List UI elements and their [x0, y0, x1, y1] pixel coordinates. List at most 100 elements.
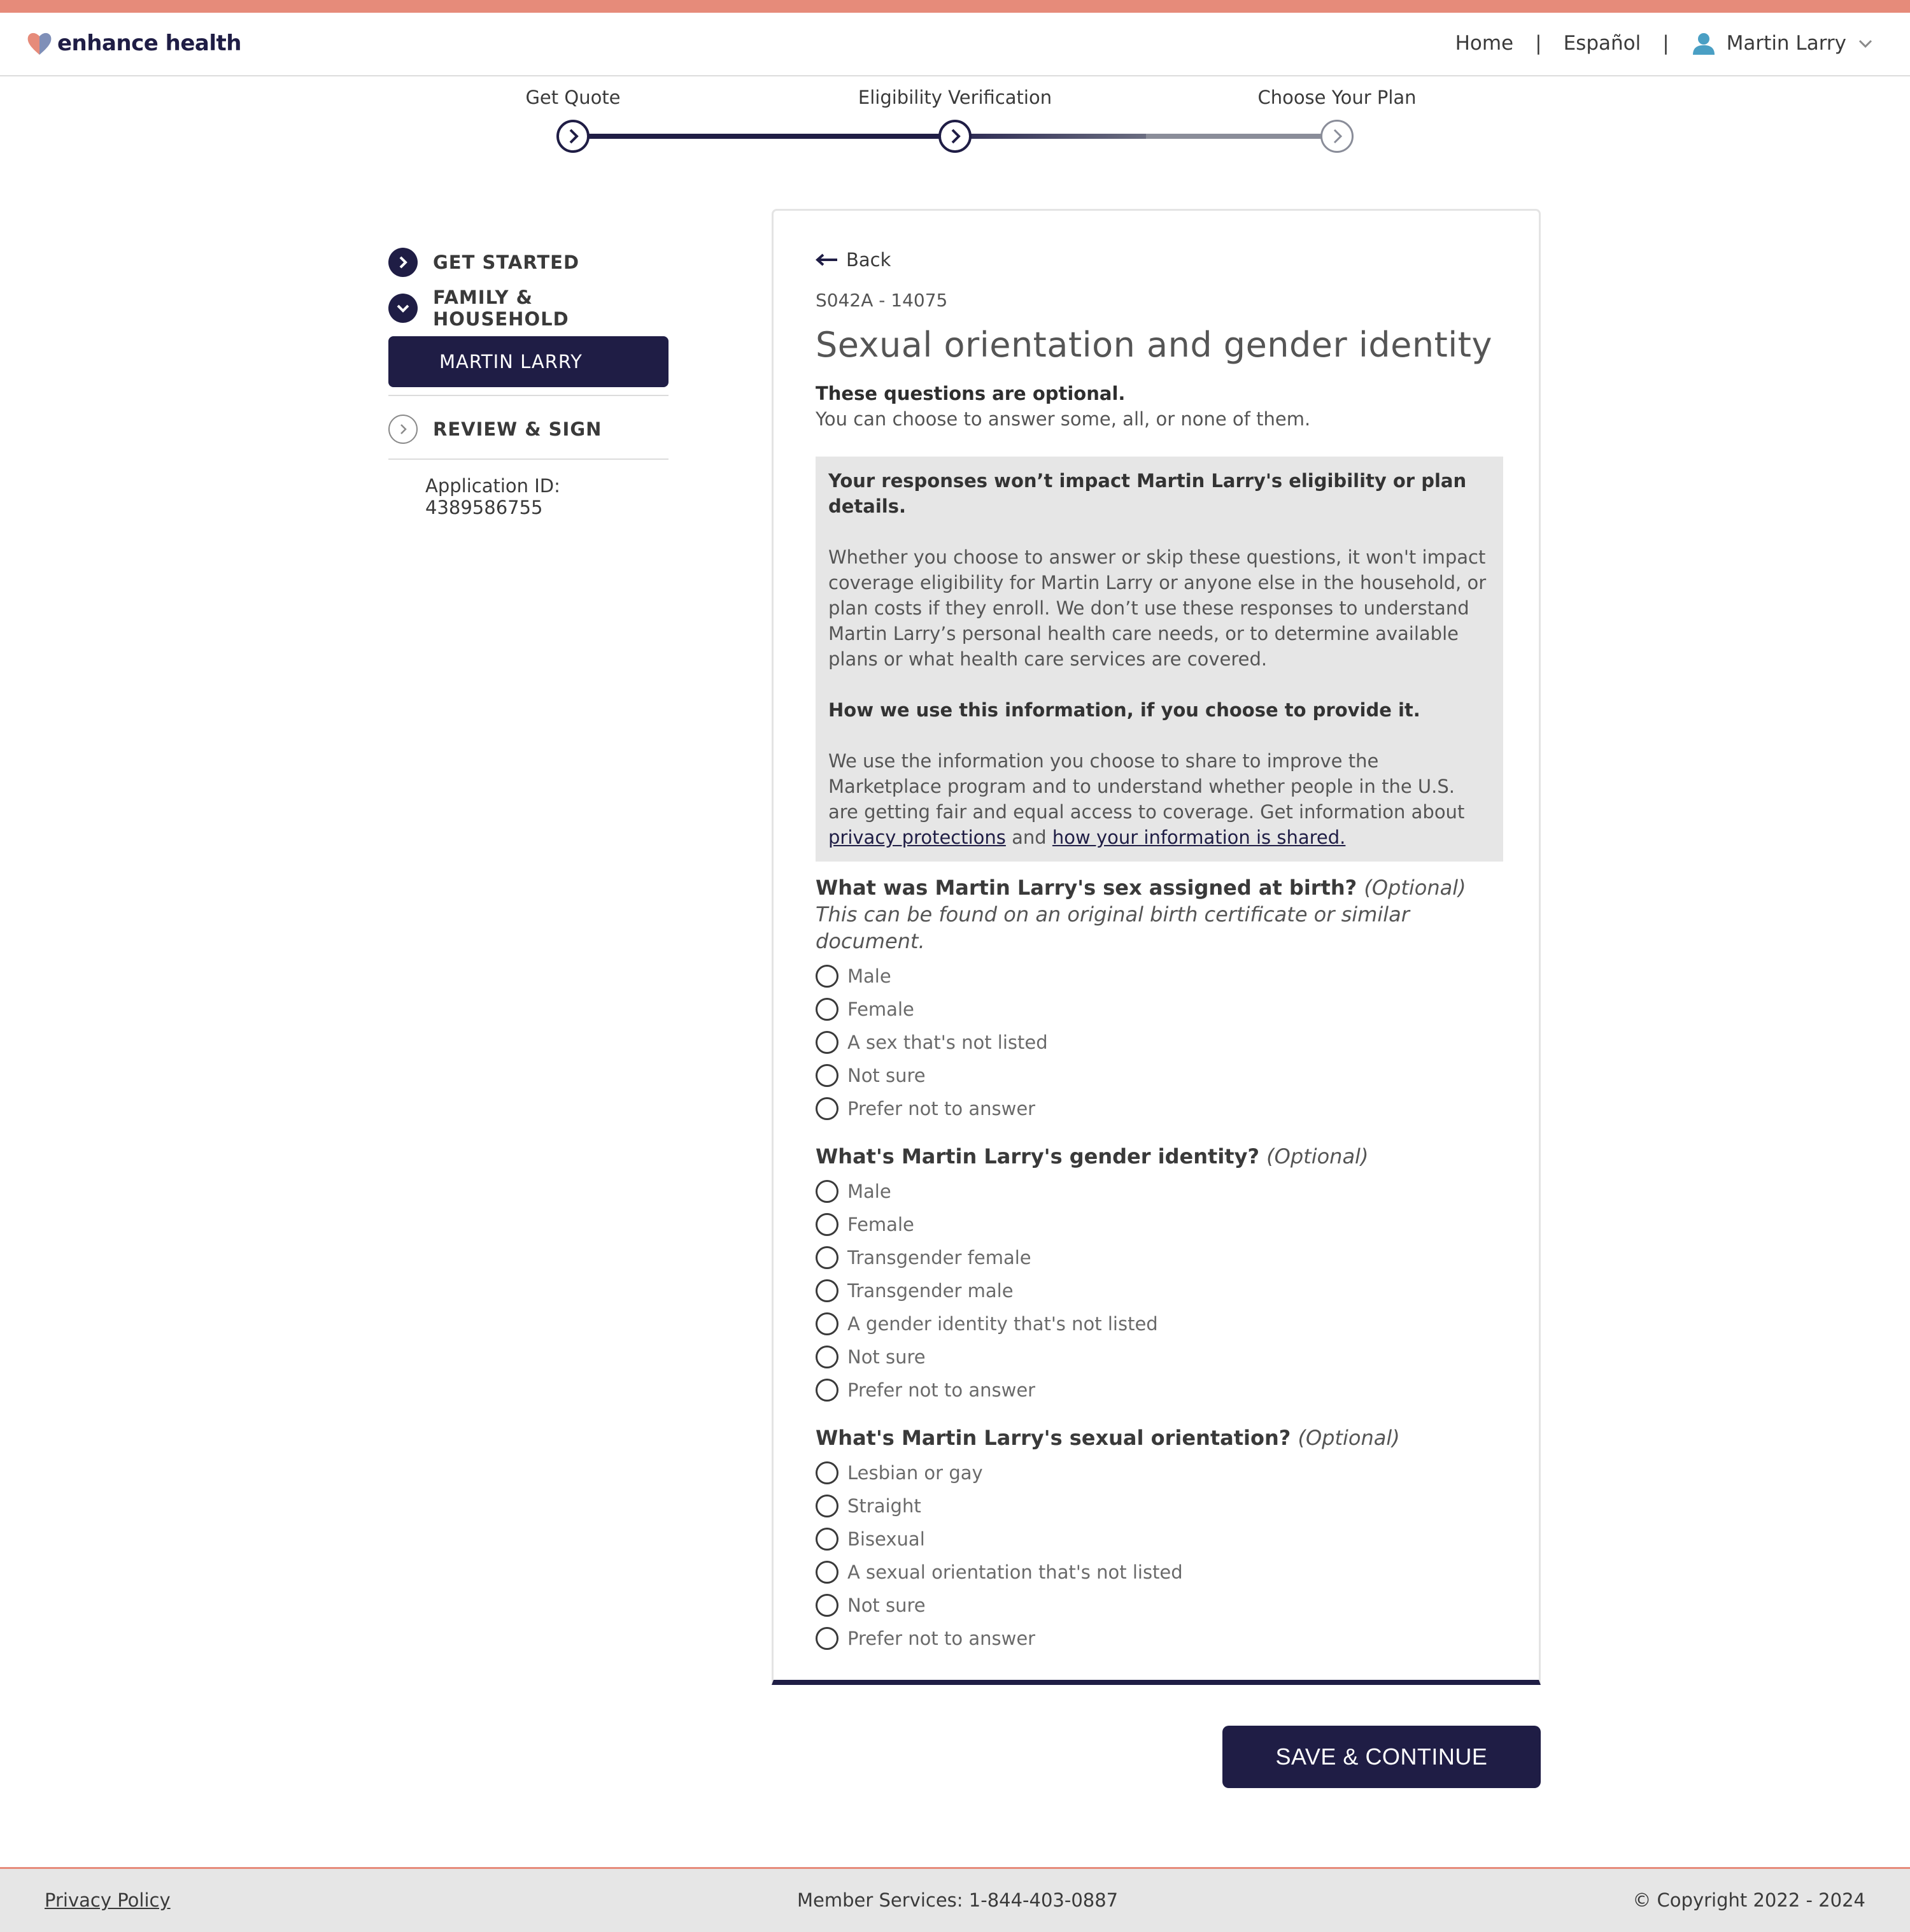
radio-button[interactable] [816, 1627, 838, 1650]
radio-button[interactable] [816, 1279, 838, 1302]
radio-option[interactable]: Prefer not to answer [816, 1622, 1503, 1655]
step-circle-complete[interactable] [556, 120, 590, 153]
radio-label: Straight [847, 1495, 921, 1517]
radio-label: Not sure [847, 1346, 926, 1368]
info-body: Whether you choose to answer or skip the… [828, 546, 1487, 670]
radio-button[interactable] [816, 1379, 838, 1402]
step-line-complete [586, 134, 942, 139]
radio-label: Prefer not to answer [847, 1098, 1036, 1119]
step-line-upcoming [1146, 134, 1324, 139]
sidebar-item-review-sign[interactable]: REVIEW & SIGN [388, 406, 668, 452]
radio-option[interactable]: A sex that's not listed [816, 1026, 1503, 1059]
radio-button[interactable] [816, 1495, 838, 1517]
radio-option[interactable]: Transgender male [816, 1274, 1503, 1307]
question-gender-identity: What's Martin Larry's gender identity? (… [816, 1143, 1503, 1170]
radio-option[interactable]: Lesbian or gay [816, 1456, 1503, 1489]
save-continue-button[interactable]: SAVE & CONTINUE [1222, 1726, 1541, 1788]
question-sexual-orientation: What's Martin Larry's sexual orientation… [816, 1424, 1503, 1451]
radio-button[interactable] [816, 1461, 838, 1484]
sidebar-item-get-started[interactable]: GET STARTED [388, 239, 668, 285]
info-heading-usage: How we use this information, if you choo… [828, 699, 1420, 721]
sidebar-item-label: GET STARTED [433, 252, 580, 273]
nav-home-link[interactable]: Home [1455, 32, 1514, 55]
application-id: Application ID: 4389586755 [425, 475, 560, 518]
step-label-get-quote: Get Quote [525, 87, 621, 108]
divider [388, 458, 668, 460]
radio-option[interactable]: A gender identity that's not listed [816, 1307, 1503, 1340]
form-code: S042A - 14075 [816, 290, 948, 311]
sidebar-item-label: REVIEW & SIGN [433, 418, 602, 440]
sidebar-subitem-member[interactable]: MARTIN LARRY [388, 336, 668, 387]
radio-option[interactable]: Prefer not to answer [816, 1374, 1503, 1407]
form-card: Back S042A - 14075 Sexual orientation an… [772, 209, 1541, 1685]
radio-label: Female [847, 1214, 914, 1235]
back-link[interactable]: Back [816, 249, 1503, 271]
member-services: Member Services: 1-844-403-0887 [797, 1889, 1119, 1911]
radio-option[interactable]: A sexual orientation that's not listed [816, 1556, 1503, 1589]
privacy-policy-link[interactable]: Privacy Policy [45, 1889, 171, 1911]
radio-button[interactable] [816, 1594, 838, 1617]
info-usage-body: We use the information you choose to sha… [828, 748, 1490, 850]
radio-label: Male [847, 1181, 891, 1202]
top-accent-bar [0, 0, 1910, 13]
step-label-choose-plan: Choose Your Plan [1257, 87, 1417, 108]
step-circle-current[interactable] [938, 120, 972, 153]
radio-button[interactable] [816, 1213, 838, 1236]
radio-option[interactable]: Not sure [816, 1059, 1503, 1092]
information-shared-link[interactable]: how your information is shared. [1052, 827, 1345, 848]
radio-option[interactable]: Not sure [816, 1340, 1503, 1374]
radio-label: A sex that's not listed [847, 1032, 1048, 1053]
radio-button[interactable] [816, 1064, 838, 1087]
progress-stepper: Get Quote Eligibility Verification Choos… [0, 76, 1910, 166]
heart-logo-icon [27, 32, 52, 55]
nav-language-link[interactable]: Español [1564, 32, 1641, 55]
sidebar-item-label: FAMILY & HOUSEHOLD [433, 287, 569, 330]
info-box: Your responses won’t impact Martin Larry… [816, 457, 1503, 862]
radio-button[interactable] [816, 1346, 838, 1368]
user-name: Martin Larry [1726, 32, 1846, 55]
radio-button[interactable] [816, 998, 838, 1021]
radio-button[interactable] [816, 1561, 838, 1584]
nav-separator: | [1535, 32, 1542, 55]
radio-button[interactable] [816, 1312, 838, 1335]
radio-button[interactable] [816, 965, 838, 988]
radio-option[interactable]: Male [816, 960, 1503, 993]
application-sidebar: GET STARTED FAMILY & HOUSEHOLD MARTIN LA… [388, 239, 668, 518]
radio-label: Transgender female [847, 1247, 1031, 1268]
step-circle-upcoming[interactable] [1320, 120, 1354, 153]
radio-label: Bisexual [847, 1528, 925, 1550]
radio-button[interactable] [816, 1097, 838, 1120]
radio-button[interactable] [816, 1528, 838, 1551]
optional-notice: These questions are optional. [816, 383, 1126, 404]
privacy-protections-link[interactable]: privacy protections [828, 827, 1006, 848]
nav-separator: | [1662, 32, 1669, 55]
optional-tag: (Optional) [1298, 1426, 1400, 1450]
radio-label: Lesbian or gay [847, 1462, 983, 1484]
chevron-down-icon [388, 294, 418, 323]
radio-label: A gender identity that's not listed [847, 1313, 1158, 1335]
radio-option[interactable]: Male [816, 1175, 1503, 1208]
radio-option[interactable]: Female [816, 1208, 1503, 1241]
step-label-eligibility: Eligibility Verification [858, 87, 1052, 108]
radio-label: Prefer not to answer [847, 1628, 1036, 1649]
radio-group-gender-identity: Male Female Transgender female Transgend… [816, 1175, 1503, 1407]
user-icon [1692, 33, 1715, 55]
optional-tag: (Optional) [1266, 1144, 1369, 1168]
radio-option[interactable]: Straight [816, 1489, 1503, 1523]
top-nav: Home | Español | Martin Larry [1455, 31, 1874, 56]
radio-label: Not sure [847, 1595, 926, 1616]
user-menu[interactable]: Martin Larry [1691, 31, 1874, 56]
divider [388, 395, 668, 396]
radio-button[interactable] [816, 1180, 838, 1203]
radio-option[interactable]: Not sure [816, 1589, 1503, 1622]
radio-button[interactable] [816, 1246, 838, 1269]
radio-option[interactable]: Prefer not to answer [816, 1092, 1503, 1125]
radio-button[interactable] [816, 1031, 838, 1054]
sidebar-item-family-household[interactable]: FAMILY & HOUSEHOLD [388, 285, 668, 331]
radio-option[interactable]: Transgender female [816, 1241, 1503, 1274]
radio-group-sexual-orientation: Lesbian or gay Straight Bisexual A sexua… [816, 1456, 1503, 1655]
radio-option[interactable]: Female [816, 993, 1503, 1026]
radio-option[interactable]: Bisexual [816, 1523, 1503, 1556]
question-sex-at-birth: What was Martin Larry's sex assigned at … [816, 874, 1503, 901]
logo[interactable]: enhance health [25, 29, 242, 57]
